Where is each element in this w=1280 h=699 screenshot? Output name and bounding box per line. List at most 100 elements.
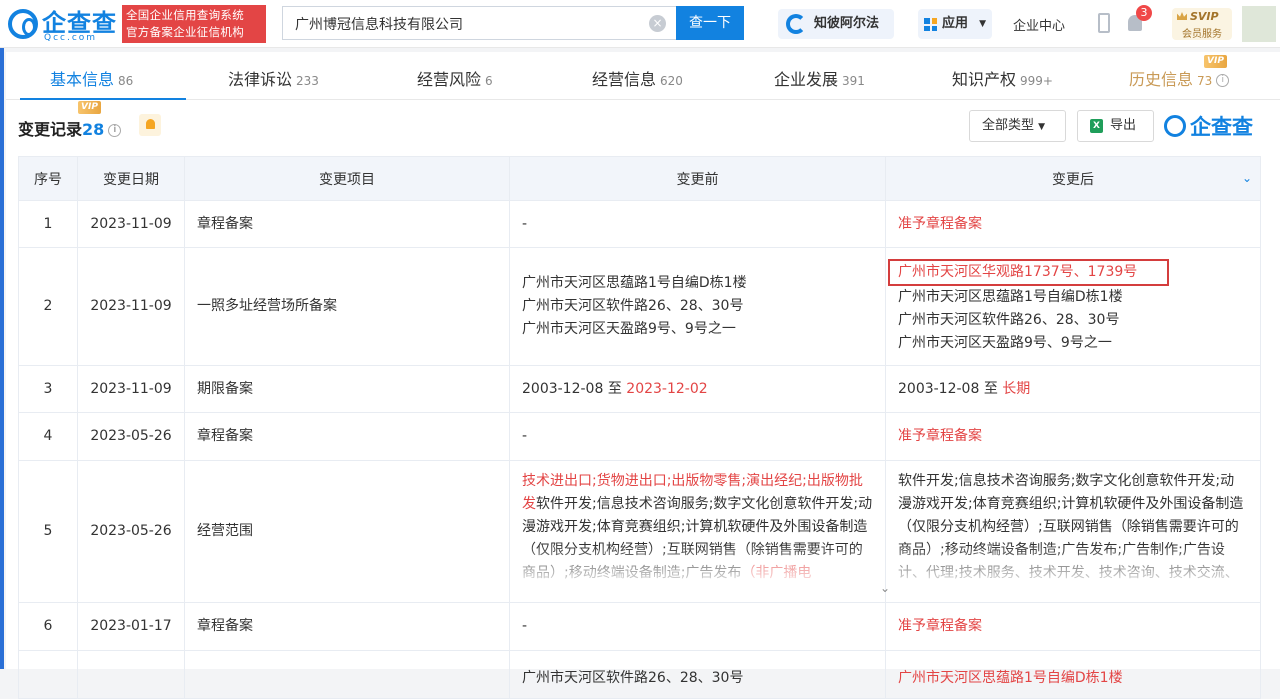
slogan-line-1: 全国企业信用查询系统 <box>126 8 244 22</box>
row-no: 1 <box>18 200 78 248</box>
row-before: 技术进出口;货物进出口;出版物零售;演出经纪;出版物批发软件开发;信息技术咨询服… <box>509 460 886 603</box>
user-avatar[interactable] <box>1242 6 1276 42</box>
export-label: 导出 <box>1110 118 1137 133</box>
row-item: 章程备案 <box>184 200 510 248</box>
column-header-after-text: 变更后 <box>1052 171 1094 188</box>
type-filter-dropdown[interactable]: 全部类型 ▼ <box>969 110 1066 142</box>
row-before: 广州市天河区软件路26、28、30号 <box>509 650 886 699</box>
monitor-bell-button[interactable] <box>139 114 161 136</box>
row-after: 准予章程备案 <box>885 602 1261 651</box>
column-header-no: 序号 <box>18 156 78 201</box>
tab-development[interactable]: 企业发展 391 <box>774 66 865 90</box>
row-item: 一照多址经营场所备案 <box>184 247 510 366</box>
row-date: 2023-11-09 <box>77 365 185 413</box>
search-input-value[interactable]: 广州博冠信息科技有限公司 <box>295 14 463 34</box>
table-row: 广州市天河区软件路26、28、30号 广州市天河区思蕴路1号自编D栋1楼 <box>18 650 1261 699</box>
term-to: 至 <box>603 380 627 397</box>
tab-count: 73 <box>1197 74 1213 88</box>
excel-icon: X <box>1090 119 1103 133</box>
tab-label: 企业发展 <box>774 70 839 89</box>
enterprise-center-link[interactable]: 企业中心 <box>1013 15 1065 34</box>
svip-label: SVIP <box>1190 10 1219 23</box>
row-item: 章程备案 <box>184 412 510 461</box>
row-no: 2 <box>18 247 78 366</box>
term-end: 长期 <box>1002 380 1031 397</box>
table-header-row: 序号 变更日期 变更项目 变更前 变更后 ⌄ <box>18 156 1261 201</box>
zhibi-logo-icon <box>786 14 806 34</box>
slogan-badge: 全国企业信用查询系统 官方备案企业征信机构 <box>122 5 266 43</box>
tab-basic-info[interactable]: 基本信息 86 <box>50 66 133 90</box>
search-button[interactable]: 查一下 <box>676 6 744 40</box>
tab-count: 620 <box>660 74 683 88</box>
highlighted-new-address: 广州市天河区华观路1737号、1739号 <box>888 258 1170 286</box>
tab-count: 86 <box>118 74 134 88</box>
brand-text: 企查查 <box>1190 115 1253 139</box>
zhibi-label: 知彼阿尔法 <box>814 16 880 31</box>
mobile-phone-icon[interactable] <box>1098 13 1110 33</box>
row-item: 期限备案 <box>184 365 510 413</box>
after-line: 广州市天河区天盈路9号、9号之一 <box>898 334 1112 351</box>
row-date: 2023-11-09 <box>77 247 185 366</box>
row-no: 4 <box>18 412 78 461</box>
tab-count: 6 <box>485 74 493 88</box>
search-input[interactable]: 广州博冠信息科技有限公司 × <box>282 6 676 40</box>
term-start: 2003-12-08 <box>898 380 980 397</box>
clear-search-icon[interactable]: × <box>649 15 666 32</box>
tab-label: 经营信息 <box>592 70 657 89</box>
info-icon[interactable]: i <box>1216 74 1230 87</box>
zhibi-alpha-button[interactable]: 知彼阿尔法 <box>778 9 894 39</box>
row-no: 3 <box>18 365 78 413</box>
left-accent-bar <box>0 48 4 669</box>
term-to: 至 <box>979 380 1003 397</box>
tab-risk[interactable]: 经营风险 6 <box>417 66 493 90</box>
slogan-line-2: 官方备案企业征信机构 <box>126 25 244 39</box>
row-date <box>77 650 185 699</box>
svip-member-button[interactable]: SVIP 会员服务 <box>1172 8 1232 40</box>
app-grid-icon <box>924 18 937 31</box>
tab-history[interactable]: 历史信息 73 i <box>1129 66 1230 90</box>
row-no: 5 <box>18 460 78 603</box>
row-before: - <box>509 602 886 651</box>
tab-operations[interactable]: 经营信息 620 <box>592 66 683 90</box>
tab-count: 999+ <box>1020 74 1053 88</box>
tab-label: 经营风险 <box>417 70 482 89</box>
row-after: 广州市天河区华观路1737号、1739号 广州市天河区思蕴路1号自编D栋1楼 广… <box>885 247 1261 366</box>
tab-count: 391 <box>842 74 865 88</box>
vip-tag: VIP <box>1204 55 1227 68</box>
expand-chevron-icon[interactable]: ⌄ <box>880 577 890 600</box>
logo-subtext: Qcc.com <box>44 33 98 43</box>
qcc-brand-logo: 企查查 <box>1164 112 1264 140</box>
row-date: 2023-05-26 <box>77 412 185 461</box>
row-before: - <box>509 412 886 461</box>
row-after: 2003-12-08 至 长期 <box>885 365 1261 413</box>
table-row: 4 2023-05-26 章程备案 - 准予章程备案 <box>18 412 1261 461</box>
active-tab-underline <box>20 98 186 100</box>
row-date: 2023-11-09 <box>77 200 185 248</box>
removed-scope-text: （非广播电 <box>741 565 812 581</box>
filter-label: 全部类型 <box>982 118 1035 133</box>
column-header-date: 变更日期 <box>77 156 185 201</box>
tab-ip[interactable]: 知识产权 999+ <box>952 66 1053 90</box>
row-after: 准予章程备案 <box>885 200 1261 248</box>
info-icon[interactable]: i <box>108 124 122 137</box>
before-line: 广州市天河区思蕴路1号自编D栋1楼 <box>522 275 747 291</box>
section-title: 变更记录28 i <box>18 116 122 140</box>
table-row: 1 2023-11-09 章程备案 - 准予章程备案 <box>18 200 1261 248</box>
table-row: 5 2023-05-26 经营范围 技术进出口;货物进出口;出版物零售;演出经纪… <box>18 460 1261 603</box>
qcc-logo[interactable]: 企查查 Qcc.com <box>8 5 120 43</box>
table-row: 3 2023-11-09 期限备案 2003-12-08 至 2023-12-0… <box>18 365 1261 413</box>
section-title-text: 变更记录 <box>18 120 83 139</box>
row-no <box>18 650 78 699</box>
row-item: 章程备案 <box>184 602 510 651</box>
app-menu-button[interactable]: 应用 ▼ <box>918 9 992 39</box>
column-header-before: 变更前 <box>509 156 886 201</box>
vip-tag: VIP <box>78 101 101 114</box>
after-line: 广州市天河区软件路26、28、30号 <box>898 311 1120 328</box>
export-button[interactable]: X 导出 <box>1077 110 1154 142</box>
expand-columns-icon[interactable]: ⌄ <box>1242 171 1252 185</box>
tab-label: 历史信息 <box>1129 70 1194 89</box>
tab-legal[interactable]: 法律诉讼 233 <box>228 66 319 90</box>
section-count: 28 <box>82 120 105 139</box>
row-item: 经营范围 <box>184 460 510 603</box>
qcc-logo-icon <box>1164 115 1186 137</box>
